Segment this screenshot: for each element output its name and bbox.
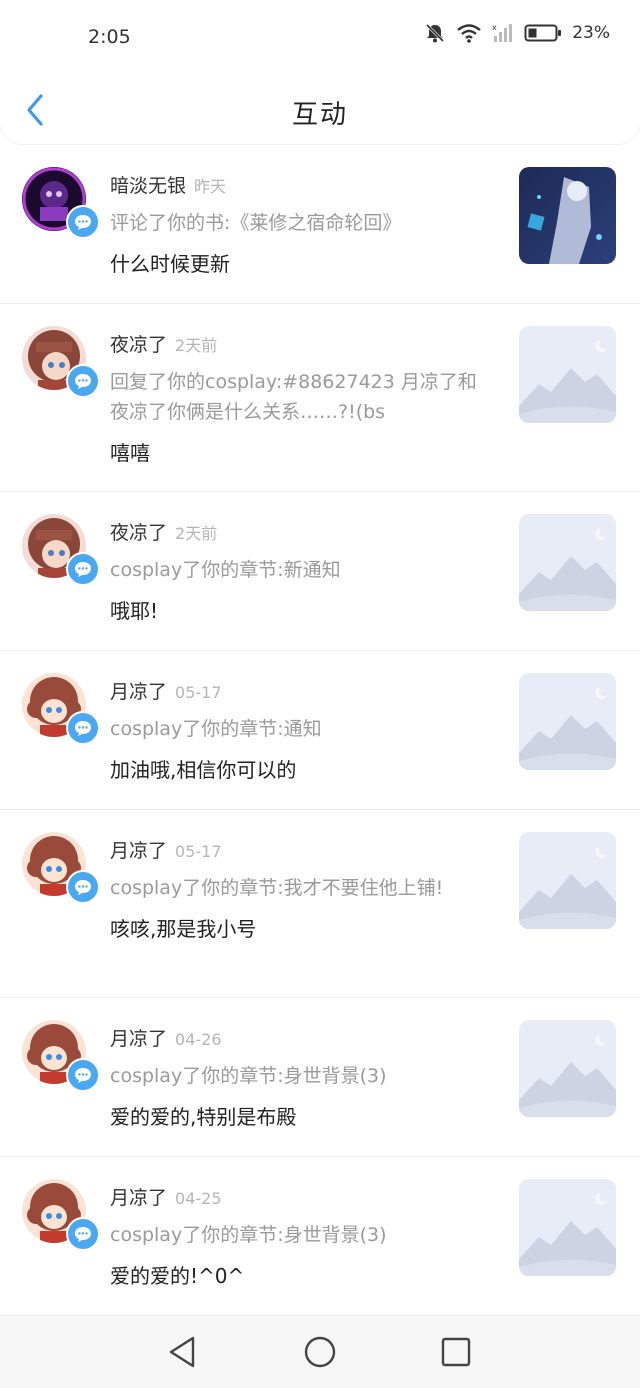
user-name[interactable]: 夜凉了 [110,334,167,356]
chat-badge [66,711,100,745]
cover-thumbnail[interactable] [519,167,616,264]
user-name[interactable]: 月凉了 [110,1187,167,1209]
image-placeholder-icon [519,1020,616,1117]
item-content: 月凉了 05-17 cosplay了你的章节:通知 加油哦,相信你可以的 [110,677,490,783]
list-item[interactable]: 夜凉了 2天前 回复了你的cosplay:#88627423 月凉了和夜凉了你俩是… [0,303,640,491]
user-name[interactable]: 月凉了 [110,1028,167,1050]
battery-icon [524,24,562,42]
nav-recent-button[interactable] [435,1334,475,1370]
item-content: 暗淡无银 昨天 评论了你的书:《莱修之宿命轮回》 什么时候更新 [110,171,490,277]
user-name[interactable]: 月凉了 [110,840,167,862]
item-header: 暗淡无银 昨天 [110,171,490,198]
mute-bell-icon [426,23,445,43]
chat-badge [66,205,100,239]
item-message: 爱的爱的,特别是布殿 [110,1105,297,1129]
item-time: 05-17 [175,683,222,702]
system-nav-bar [0,1315,640,1388]
item-time: 2天前 [175,524,218,543]
item-content: 夜凉了 2天前 cosplay了你的章节:新通知 哦耶! [110,518,490,624]
item-action: 评论了你的书:《莱修之宿命轮回》 [110,212,402,234]
image-placeholder-icon [519,1179,616,1276]
chat-bubble-icon [75,562,91,577]
battery-percent: 23% [572,23,610,43]
placeholder-thumbnail[interactable] [519,673,616,770]
chat-bubble-icon [75,1068,91,1083]
item-header: 夜凉了 2天前 [110,518,490,545]
placeholder-thumbnail[interactable] [519,326,616,423]
chat-bubble-icon [75,1227,91,1242]
chat-bubble-icon [75,374,91,389]
item-message: 加油哦,相信你可以的 [110,758,297,782]
item-message: 嘻嘻 [110,441,150,465]
item-header: 月凉了 04-26 [110,1024,490,1051]
placeholder-thumbnail[interactable] [519,1179,616,1276]
triangle-back-icon [169,1336,195,1368]
signal-icon: x [492,23,513,42]
list-item[interactable]: 月凉了 05-17 cosplay了你的章节:通知 加油哦,相信你可以的 [0,650,640,809]
item-header: 月凉了 04-25 [110,1183,490,1210]
item-time: 04-26 [175,1030,222,1049]
user-name[interactable]: 夜凉了 [110,522,167,544]
page-title: 互动 [291,100,348,130]
placeholder-thumbnail[interactable] [519,832,616,929]
chat-badge [66,1058,100,1092]
item-message: 咳咳,那是我小号 [110,917,257,941]
status-icons: x 23% [424,22,610,44]
item-time: 昨天 [194,177,227,196]
image-placeholder-icon [519,673,616,770]
item-content: 月凉了 04-25 cosplay了你的章节:身世背景(3) 爱的爱的!^0^ [110,1183,490,1289]
chat-bubble-icon [75,880,91,895]
image-placeholder-icon [519,326,616,423]
item-header: 月凉了 05-17 [110,677,490,704]
item-action: cosplay了你的章节:新通知 [110,559,341,581]
interaction-list: 暗淡无银 昨天 评论了你的书:《莱修之宿命轮回》 什么时候更新 夜凉了 2天前 … [0,145,640,1315]
item-time: 04-25 [175,1189,222,1208]
list-item[interactable]: 夜凉了 2天前 cosplay了你的章节:新通知 哦耶! [0,491,640,650]
status-time: 2:05 [88,26,131,48]
chat-bubble-icon [75,215,91,230]
item-time: 05-17 [175,842,222,861]
list-item[interactable]: 月凉了 05-17 cosplay了你的章节:我才不要住他上铺! 咳咳,那是我小号 [0,809,640,997]
item-action: cosplay了你的章节:我才不要住他上铺! [110,877,444,899]
wifi-icon [457,24,481,43]
item-action: cosplay了你的章节:身世背景(3) [110,1224,387,1246]
item-header: 月凉了 05-17 [110,836,490,863]
item-action: 回复了你的cosplay:#88627423 月凉了和夜凉了你俩是什么关系……?… [110,371,477,423]
item-message: 什么时候更新 [110,252,230,276]
item-action: cosplay了你的章节:通知 [110,718,322,740]
status-bar: 2:05 x 23% [0,0,640,72]
item-content: 月凉了 05-17 cosplay了你的章节:我才不要住他上铺! 咳咳,那是我小号 [110,836,490,942]
item-action: cosplay了你的章节:身世背景(3) [110,1065,387,1087]
placeholder-thumbnail[interactable] [519,514,616,611]
app-header: 互动 [0,72,640,144]
list-item[interactable]: 月凉了 04-26 cosplay了你的章节:身世背景(3) 爱的爱的,特别是布殿 [0,997,640,1156]
image-placeholder-icon [519,514,616,611]
user-name[interactable]: 月凉了 [110,681,167,703]
chat-badge [66,1217,100,1251]
item-content: 月凉了 04-26 cosplay了你的章节:身世背景(3) 爱的爱的,特别是布殿 [110,1024,490,1130]
chat-badge [66,364,100,398]
list-item[interactable]: 月凉了 04-25 cosplay了你的章节:身世背景(3) 爱的爱的!^0^ [0,1156,640,1315]
placeholder-thumbnail[interactable] [519,1020,616,1117]
nav-back-button[interactable] [163,1334,203,1370]
nav-home-button[interactable] [300,1334,340,1370]
circle-home-icon [304,1336,336,1368]
item-content: 夜凉了 2天前 回复了你的cosplay:#88627423 月凉了和夜凉了你俩是… [110,330,490,466]
svg-text:x: x [492,23,497,32]
item-message: 爱的爱的!^0^ [110,1264,245,1288]
item-time: 2天前 [175,336,218,355]
square-recent-icon [441,1337,471,1367]
item-header: 夜凉了 2天前 [110,330,490,357]
image-placeholder-icon [519,832,616,929]
item-message: 哦耶! [110,599,159,623]
user-name[interactable]: 暗淡无银 [110,175,186,197]
chat-badge [66,552,100,586]
chat-bubble-icon [75,721,91,736]
chat-badge [66,870,100,904]
list-item[interactable]: 暗淡无银 昨天 评论了你的书:《莱修之宿命轮回》 什么时候更新 [0,145,640,303]
